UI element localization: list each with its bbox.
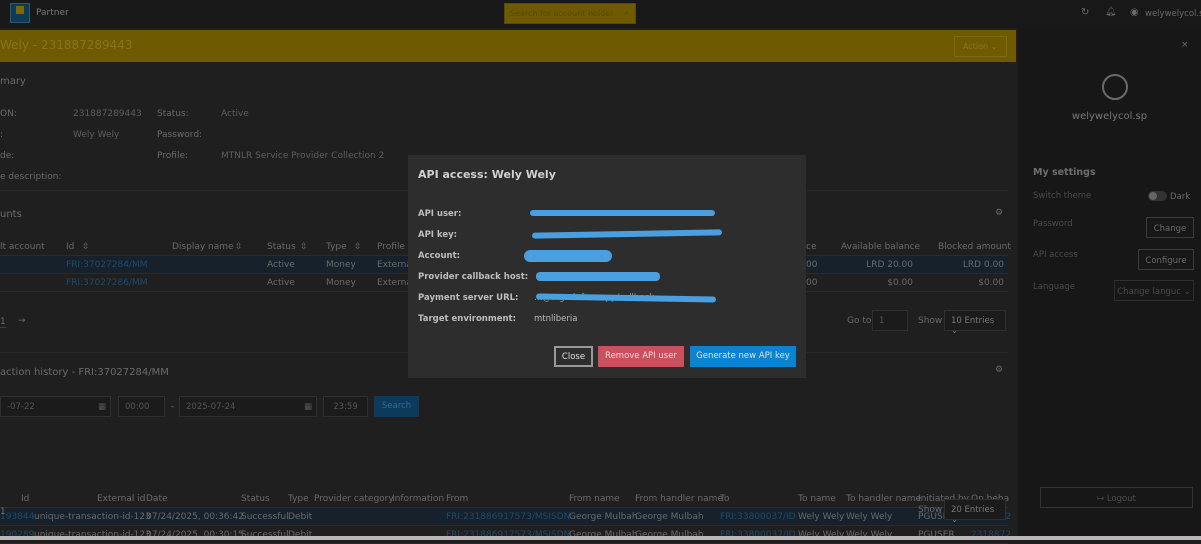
page-1[interactable]: 1 [0,317,6,328]
transactions-title: action history - FRI:37027284/MM [0,367,169,378]
profile-username: welywelycol.sp [1071,111,1148,122]
action-dropdown[interactable]: Action ⌄ [954,36,1007,57]
language-select[interactable]: Change languc ⌄ [1114,280,1194,301]
redaction-scribble [536,272,660,281]
search-icon: ⌕ [624,8,629,17]
redaction-scribble [530,210,715,216]
goto-label: Go to [847,316,872,326]
configure-api-button[interactable]: Configure [1138,249,1194,270]
api-access-modal: API access: Wely Wely API user: API key:… [408,155,806,378]
settings-panel: × welywelycol.sp My settings Switch them… [1018,28,1201,536]
table-row[interactable]: 193844 unique-transaction-id-123 07/24/2… [0,508,1011,526]
from-time-input[interactable]: 00:00 [118,396,165,417]
field-value: MTNLR Service Provider Collection 2 [221,151,385,161]
app-name: Partner [36,8,69,18]
generate-api-key-button[interactable]: Generate new API key [690,346,796,367]
settings-title: My settings [1033,167,1096,178]
logout-icon: ↦ [1097,494,1107,504]
field-label: Password: [157,130,203,140]
field-label: e description: [0,172,62,182]
field-label: : [0,130,4,140]
logout-button[interactable]: ↦ Logout [1040,487,1193,508]
language-label: Language [1033,282,1075,292]
change-password-button[interactable]: Change [1146,217,1194,238]
field-value: Wely Wely [73,130,120,140]
transactions-table-header: Id External id Date Status Type Provider… [0,490,1009,508]
user-icon: ◉ [1130,7,1139,18]
payment-url-label: Payment server URL: [418,293,519,303]
theme-value: Dark [1170,192,1191,202]
to-time-input[interactable]: 23:59 [323,396,368,417]
account-label: Account: [418,251,461,261]
from-date-input[interactable]: -07-22 ▦ [0,396,111,417]
table-row[interactable]: 190289 unique-transaction-id-123 07/24/2… [0,526,1011,544]
api-user-label: API user: [418,209,462,219]
to-date-input[interactable]: 2025-07-24 ▦ [179,396,317,417]
summary-title: mary [0,76,26,87]
close-icon[interactable]: × [1181,40,1189,50]
redaction-scribble [531,229,723,239]
app-logo[interactable] [10,3,30,23]
password-label: Password [1033,219,1073,229]
field-value: Active [221,109,249,119]
calendar-icon: ▦ [303,402,312,412]
goto-input[interactable]: 1 [872,310,908,331]
entries-select[interactable]: 10 Entries ⌄ [944,310,1006,336]
api-key-label: API key: [418,230,458,240]
api-access-label: API access [1033,250,1078,260]
top-bar: Partner Search for account holder ⌕ ↻ 🔔︎ … [0,0,1201,28]
theme-toggle[interactable] [1148,191,1167,201]
calendar-icon: ▦ [97,402,106,412]
field-label: ON: [0,109,17,119]
account-banner: Wely - 231887289443 Action ⌄ [0,30,1016,62]
page-title: Wely - 231887289443 [0,38,133,52]
search-button[interactable]: Search [374,396,419,417]
remove-api-user-button[interactable]: Remove API user [598,346,684,367]
target-env-value: mtnliberia [534,314,578,324]
accounts-title: unts [0,209,22,220]
redaction-scribble [524,250,612,262]
next-page-icon[interactable]: → [18,316,26,326]
field-label: Status: [157,109,189,119]
callback-host-label: Provider callback host: [418,272,529,282]
entries-select[interactable]: 20 Entries ⌄ [944,499,1006,525]
target-env-label: Target environment: [418,314,516,324]
show-label: Show [918,316,943,326]
user-menu[interactable]: welywelycol.sp [1145,9,1201,19]
theme-label: Switch theme [1033,191,1092,201]
field-label: de: [0,151,15,161]
search-input[interactable]: Search for account holder ⌕ [504,3,636,24]
gear-icon[interactable]: ⚙ [995,365,1003,375]
refresh-icon[interactable]: ↻ [1081,7,1089,18]
field-value: 231887289443 [73,109,142,119]
gear-icon[interactable]: ⚙ [995,208,1003,218]
page-1[interactable]: 1 [0,507,6,517]
avatar-icon [1102,74,1128,100]
modal-title: API access: Wely Wely [418,168,556,181]
bell-icon[interactable]: 🔔︎ [1105,7,1116,17]
field-label: Profile: [157,151,189,161]
show-label: Show [918,505,943,515]
close-button[interactable]: Close [554,346,593,367]
window-edge [0,536,1201,540]
